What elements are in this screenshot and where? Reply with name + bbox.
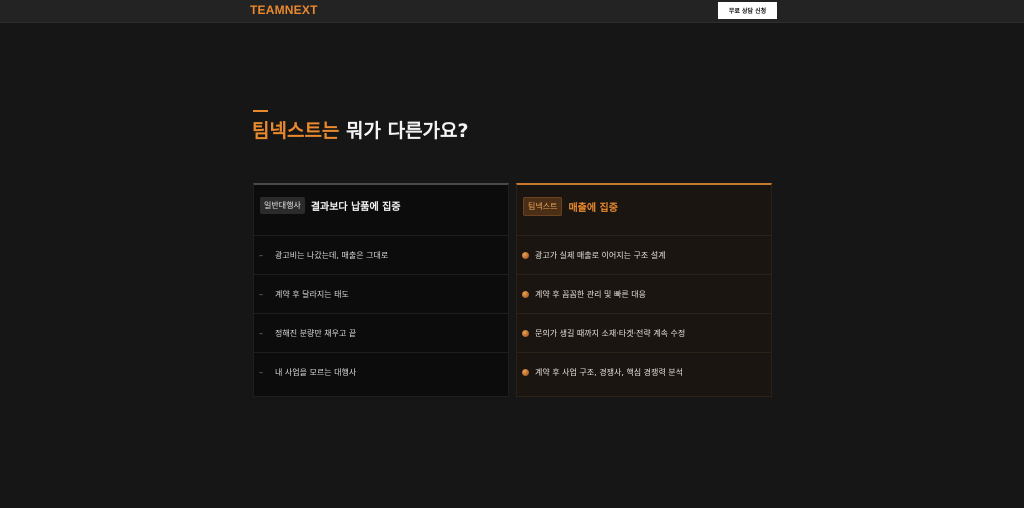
dash-icon: –	[259, 367, 263, 377]
teamnext-badge: 팀넥스트	[523, 197, 563, 216]
logo[interactable]: TEAMNEXT	[250, 3, 318, 17]
card-header: 팀넥스트 매출에 집중	[523, 197, 618, 216]
general-agency-card: 일반대행사 결과보다 납품에 집중 – 광고비는 나갔는데, 매출은 그대로 –…	[253, 183, 509, 397]
dash-icon: –	[259, 328, 263, 338]
list-item: 계약 후 사업 구조, 경쟁사, 핵심 경쟁력 분석	[517, 352, 771, 391]
list-item-text: 내 사업을 모르는 대행사	[275, 367, 357, 377]
list-item: 광고가 실제 매출로 이어지는 구조 설계	[517, 235, 771, 274]
list-item-text: 광고비는 나갔는데, 매출은 그대로	[275, 250, 389, 260]
list-item-text: 광고가 실제 매출로 이어지는 구조 설계	[535, 250, 666, 260]
orange-dot-icon	[522, 251, 529, 259]
card-title: 매출에 집중	[568, 203, 618, 214]
list-item: – 내 사업을 모르는 대행사	[254, 352, 508, 391]
list-item-text: 정해진 분량만 채우고 끝	[275, 328, 357, 338]
teamnext-card: 팀넥스트 매출에 집중 광고가 실제 매출로 이어지는 구조 설계 계약 후 꼼…	[516, 183, 772, 397]
list-item-text: 계약 후 달라지는 태도	[275, 289, 349, 299]
list-item: – 광고비는 나갔는데, 매출은 그대로	[254, 235, 508, 274]
card-header: 일반대행사 결과보다 납품에 집중	[260, 197, 401, 214]
list-item: 계약 후 꼼꼼한 관리 및 빠른 대응	[517, 274, 771, 313]
top-nav-bar: TEAMNEXT 무료 상담 신청	[0, 0, 1024, 23]
list-item: 문의가 생길 때까지 소재·타겟·전략 계속 수정	[517, 313, 771, 352]
dash-icon: –	[259, 289, 263, 299]
section-heading: 팀넥스트는 뭐가 다른가요?	[252, 116, 469, 143]
general-agency-badge: 일반대행사	[260, 197, 305, 214]
list-item-text: 문의가 생길 때까지 소재·타겟·전략 계속 수정	[535, 328, 686, 338]
heading-rest: 뭐가 다른가요?	[339, 120, 469, 142]
heading-accent-bar	[253, 110, 268, 112]
heading-highlight: 팀넥스트는	[252, 120, 340, 142]
list-item-text: 계약 후 꼼꼼한 관리 및 빠른 대응	[535, 289, 646, 299]
free-consultation-button[interactable]: 무료 상담 신청	[718, 2, 777, 19]
card-title: 결과보다 납품에 집중	[310, 202, 401, 213]
orange-dot-icon	[522, 368, 529, 376]
list-item: – 계약 후 달라지는 태도	[254, 274, 508, 313]
orange-dot-icon	[522, 290, 529, 298]
dash-icon: –	[259, 250, 263, 260]
orange-dot-icon	[522, 329, 529, 337]
list-item: – 정해진 분량만 채우고 끝	[254, 313, 508, 352]
list-item-text: 계약 후 사업 구조, 경쟁사, 핵심 경쟁력 분석	[535, 367, 684, 377]
